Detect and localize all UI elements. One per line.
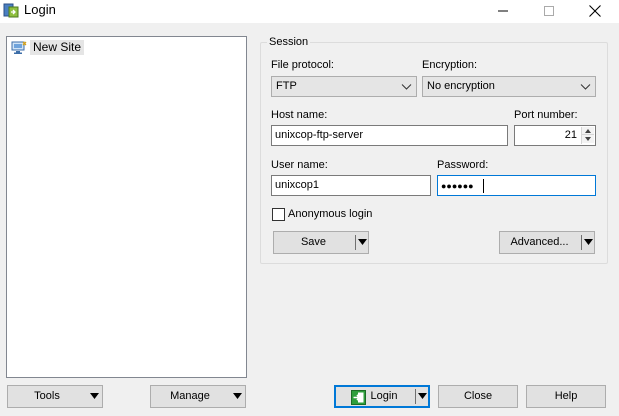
close-button[interactable]: Close <box>438 385 518 408</box>
host-name-label: Host name: <box>271 109 328 121</box>
port-number-label: Port number: <box>514 109 578 121</box>
text-caret <box>483 179 484 193</box>
chevron-down-icon <box>401 84 412 90</box>
port-spin-down-button[interactable] <box>582 135 594 143</box>
user-name-label: User name: <box>271 159 328 171</box>
port-spin-up-button[interactable] <box>582 127 594 135</box>
close-icon <box>589 5 601 17</box>
anonymous-login-label: Anonymous login <box>288 208 373 220</box>
manage-button[interactable]: Manage <box>150 385 246 408</box>
chevron-down-icon <box>580 84 591 90</box>
tools-button[interactable]: Tools <box>7 385 103 408</box>
user-name-value: unixcop1 <box>275 179 320 191</box>
port-number-value: 21 <box>564 129 577 141</box>
file-protocol-label: File protocol: <box>271 59 334 71</box>
close-button-label: Close <box>463 390 493 402</box>
minimize-icon <box>498 10 508 12</box>
tools-button-label: Tools <box>34 390 60 402</box>
password-masked-value: ●●●●●● <box>441 181 474 191</box>
tree-item-label: New Site <box>30 40 85 55</box>
encryption-value: No encryption <box>427 80 495 92</box>
session-group-title: Session <box>267 36 311 49</box>
save-button[interactable]: Save <box>273 231 369 254</box>
split-separator <box>355 235 356 250</box>
encryption-label: Encryption: <box>422 59 478 71</box>
split-separator <box>581 235 582 250</box>
host-name-input[interactable]: unixcop-ftp-server <box>271 125 508 146</box>
password-input[interactable]: ●●●●●● <box>437 175 596 196</box>
maximize-icon <box>544 6 554 16</box>
help-button[interactable]: Help <box>526 385 606 408</box>
dropdown-arrow-icon <box>233 393 242 399</box>
login-icon <box>351 390 366 405</box>
tree-item-new-site[interactable]: New Site <box>11 39 85 56</box>
minimize-button[interactable] <box>480 0 526 22</box>
title-bar: Login <box>0 0 619 23</box>
encryption-select[interactable]: No encryption <box>422 76 596 97</box>
dropdown-arrow-icon <box>90 393 99 399</box>
login-button[interactable]: Login <box>334 385 430 408</box>
login-button-label: Login <box>370 390 398 402</box>
triangle-up-icon <box>585 128 591 133</box>
winscp-app-icon <box>3 3 19 18</box>
save-button-label: Save <box>300 236 327 248</box>
dropdown-arrow-icon[interactable] <box>358 239 367 245</box>
host-name-value: unixcop-ftp-server <box>275 129 364 141</box>
split-separator <box>415 389 416 404</box>
new-site-computer-icon <box>11 41 27 54</box>
help-button-label: Help <box>554 390 578 402</box>
anonymous-login-checkbox[interactable] <box>272 208 285 221</box>
maximize-button[interactable] <box>526 0 572 22</box>
advanced-button[interactable]: Advanced... <box>499 231 595 254</box>
dropdown-arrow-icon[interactable] <box>418 393 427 399</box>
triangle-down-icon <box>585 137 591 141</box>
close-window-button[interactable] <box>572 0 618 22</box>
port-spin-buttons <box>581 127 594 144</box>
manage-button-label: Manage <box>170 390 210 402</box>
window-title: Login <box>24 2 56 17</box>
password-label: Password: <box>437 159 489 171</box>
file-protocol-value: FTP <box>276 80 297 92</box>
advanced-button-label: Advanced... <box>510 236 569 248</box>
site-tree[interactable]: New Site <box>6 36 247 378</box>
dropdown-arrow-icon[interactable] <box>584 239 593 245</box>
user-name-input[interactable]: unixcop1 <box>271 175 431 196</box>
port-number-spinner[interactable]: 21 <box>514 125 596 146</box>
file-protocol-select[interactable]: FTP <box>271 76 417 97</box>
